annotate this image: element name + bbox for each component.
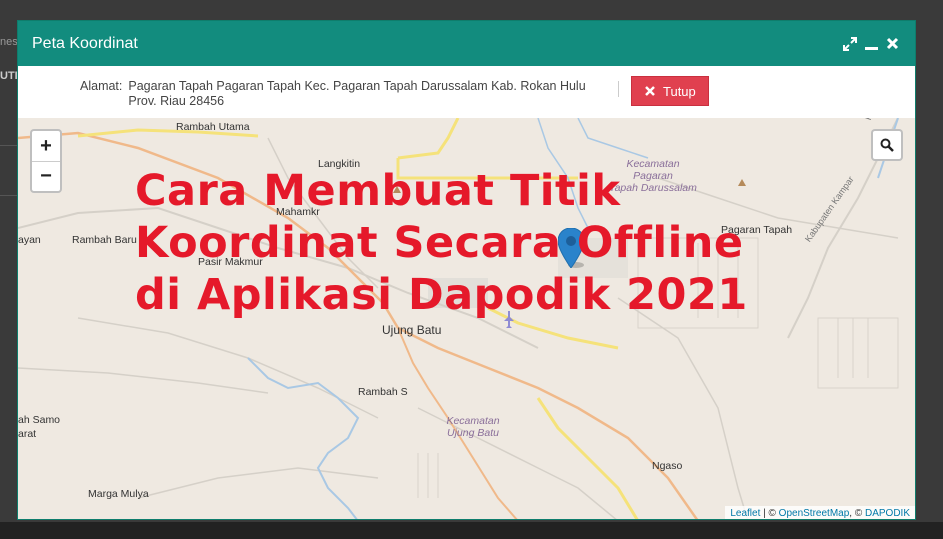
map-label-rambah-baru: Rambah Baru [72,234,137,246]
openstreetmap-link[interactable]: OpenStreetMap [779,508,850,519]
map-attribution: Leaflet | © OpenStreetMap, © DAPODIK [725,506,915,519]
overlay-title-line: Koordinat Secara Offline [135,218,744,268]
background-text: nes [0,36,18,48]
overlay-title-line: di Aplikasi Dapodik 2021 [135,270,748,320]
address-separator [618,81,620,97]
expand-icon[interactable] [843,36,857,51]
minimize-icon[interactable] [865,37,878,51]
attribution-separator: , © [849,508,865,519]
close-icon[interactable] [886,37,899,50]
map-label-rambah-utama: Rambah Utama [176,121,250,133]
background-footer [0,522,943,539]
leaflet-link[interactable]: Leaflet [730,508,760,519]
map-district-ujung-batu: Kecamatan Ujung Batu [428,415,518,439]
map-label-marga-mulya: Marga Mulya [88,488,149,500]
dialog-title: Peta Koordinat [32,34,138,52]
map-label-ujung-batu: Ujung Batu [382,323,442,337]
overlay-title: Cara Membuat Titik Koordinat Secara Offl… [135,165,835,321]
close-icon [645,86,655,96]
district-line: Ujung Batu [447,427,499,439]
close-button[interactable]: Tutup [631,76,710,106]
address-value: Pagaran Tapah Pagaran Tapah Kec. Pagaran… [128,79,586,108]
close-button-label: Tutup [663,83,696,99]
map-label-rambah-s: Rambah S [358,386,408,398]
search-icon [880,138,894,152]
map-search-button[interactable] [871,129,903,161]
overlay-title-line: Cara Membuat Titik [135,166,621,216]
background-text: UTI [0,70,18,82]
zoom-control: + − [30,129,62,193]
map-label-sarat: arat [18,428,37,440]
district-line: Kecamatan [446,415,500,427]
map-label-ayan: ayan [18,234,41,246]
zoom-in-button[interactable]: + [32,131,60,161]
dapodik-link[interactable]: DAPODIK [865,508,910,519]
address-label: Alamat: [80,79,123,93]
map-label-rambah-samo: ah Samo [18,414,61,426]
zoom-out-button[interactable]: − [32,161,60,191]
dialog-controls [843,36,899,51]
attribution-separator: | © [760,508,779,519]
dialog-header: Peta Koordinat [18,21,915,66]
address-bar: Alamat: Pagaran Tapah Pagaran Tapah Kec.… [18,66,915,118]
map-label-ngaso: Ngaso [652,460,683,472]
